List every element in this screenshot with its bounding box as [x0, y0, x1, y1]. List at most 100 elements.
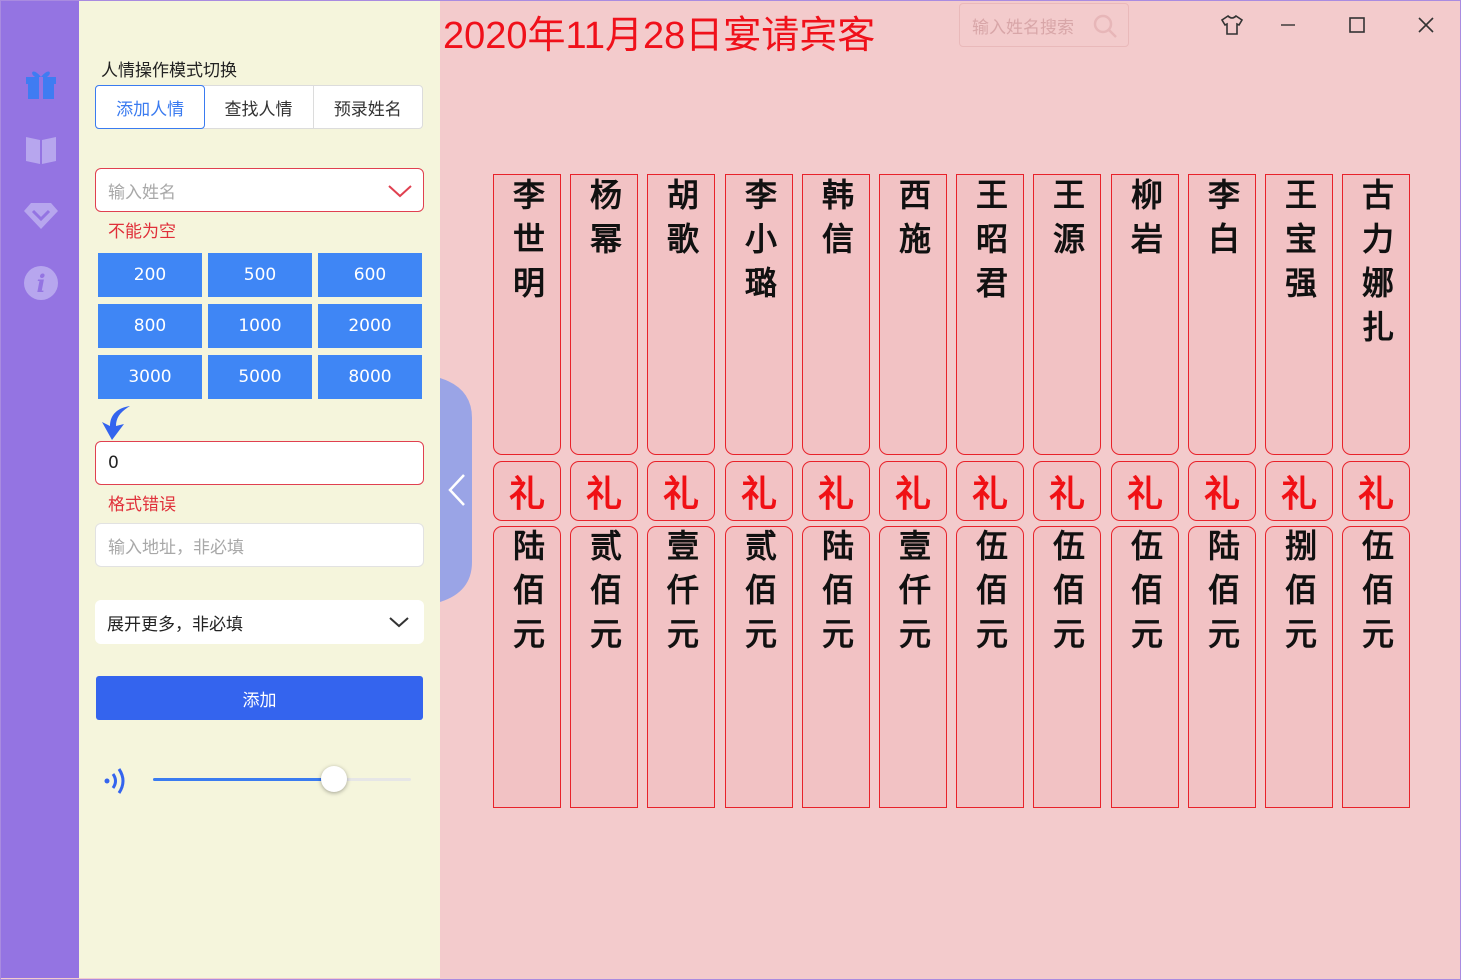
entry-panel: 人情操作模式切换 添加人情 查找人情 预录姓名 输入姓名 不能为空 200 50… [79, 1, 440, 978]
gift-card-name[interactable]: 杨幂 [570, 174, 638, 455]
search-icon[interactable] [1092, 13, 1118, 39]
gift-card-li-text: 礼 [1280, 473, 1317, 515]
gift-card-name[interactable]: 王昭君 [956, 174, 1024, 455]
gift-card-name-text: 韩信 [817, 178, 855, 266]
chevron-down-icon[interactable] [387, 181, 413, 201]
gift-card-name[interactable]: 王源 [1033, 174, 1101, 455]
gift-card-li[interactable]: 礼 [879, 461, 947, 521]
volume-slider-knob[interactable] [321, 766, 347, 792]
gift-card-amount[interactable]: 捌佰元 [1265, 526, 1333, 808]
address-input-placeholder: 输入地址，非必填 [108, 537, 244, 558]
gift-card-li-text: 礼 [1048, 473, 1085, 515]
gift-card-li-text: 礼 [1203, 473, 1240, 515]
name-input[interactable]: 输入姓名 [95, 168, 424, 212]
diamond-icon[interactable] [21, 195, 61, 235]
amount-buttons: 200 500 600 800 1000 2000 3000 5000 8000 [98, 253, 422, 399]
gift-card-li-text: 礼 [585, 473, 622, 515]
gift-card-amount[interactable]: 陆佰元 [1188, 526, 1256, 808]
gift-card-name[interactable]: 王宝强 [1265, 174, 1333, 455]
gift-card-name[interactable]: 柳岩 [1111, 174, 1179, 455]
amount-button-500[interactable]: 500 [208, 253, 312, 297]
maximize-button[interactable] [1337, 6, 1377, 44]
gift-card-name-text: 古力娜扎 [1357, 178, 1395, 354]
gift-card-amount[interactable]: 伍佰元 [1033, 526, 1101, 808]
amount-input[interactable]: 0 [95, 441, 424, 485]
more-options-select[interactable]: 展开更多，非必填 [95, 600, 424, 644]
gift-card-amount[interactable]: 贰佰元 [570, 526, 638, 808]
gift-card-amount[interactable]: 陆佰元 [493, 526, 561, 808]
gift-card-li-text: 礼 [740, 473, 777, 515]
gift-card-li[interactable]: 礼 [493, 461, 561, 521]
gift-card-name[interactable]: 韩信 [802, 174, 870, 455]
more-options-label: 展开更多，非必填 [107, 614, 243, 635]
amount-button-1000[interactable]: 1000 [208, 304, 312, 348]
gift-card-name-text: 王源 [1048, 178, 1086, 266]
volume-icon[interactable] [102, 766, 130, 796]
gift-card-name[interactable]: 李世明 [493, 174, 561, 455]
gift-card-li[interactable]: 礼 [1342, 461, 1410, 521]
gift-card-amount[interactable]: 伍佰元 [1111, 526, 1179, 808]
gift-card-li[interactable]: 礼 [802, 461, 870, 521]
tab-add-gift[interactable]: 添加人情 [95, 85, 206, 129]
name-search-placeholder: 输入姓名搜索 [972, 17, 1074, 38]
book-icon[interactable] [21, 129, 61, 169]
gift-card-amount[interactable]: 陆佰元 [802, 526, 870, 808]
add-button[interactable]: 添加 [96, 676, 423, 720]
amount-button-600[interactable]: 600 [318, 253, 422, 297]
gift-card-li-text: 礼 [894, 473, 931, 515]
info-icon[interactable]: i [21, 263, 61, 303]
gift-card-li[interactable]: 礼 [1033, 461, 1101, 521]
gift-card-amount[interactable]: 伍佰元 [1342, 526, 1410, 808]
icon-sidebar: i [1, 1, 79, 978]
gift-card-li[interactable]: 礼 [1188, 461, 1256, 521]
gift-card-amount[interactable]: 壹仟元 [879, 526, 947, 808]
amount-button-5000[interactable]: 5000 [208, 355, 312, 399]
close-icon [1418, 17, 1434, 33]
gift-card-li[interactable]: 礼 [570, 461, 638, 521]
gift-card-amount-text: 伍佰元 [1126, 529, 1164, 661]
gift-card-name[interactable]: 古力娜扎 [1342, 174, 1410, 455]
gift-card-amount-text: 贰佰元 [740, 529, 778, 661]
gift-card-li[interactable]: 礼 [1265, 461, 1333, 521]
close-button[interactable] [1406, 6, 1446, 44]
gift-card-name-text: 杨幂 [585, 178, 623, 266]
gift-card-li[interactable]: 礼 [725, 461, 793, 521]
theme-skin-button[interactable] [1212, 6, 1252, 44]
gift-card-amount-text: 贰佰元 [585, 529, 623, 661]
amount-button-200[interactable]: 200 [98, 253, 202, 297]
amount-button-3000[interactable]: 3000 [98, 355, 202, 399]
gift-card-name[interactable]: 胡歌 [647, 174, 715, 455]
gift-card-li[interactable]: 礼 [647, 461, 715, 521]
gift-card-amount-text: 伍佰元 [1048, 529, 1086, 661]
gift-card-name[interactable]: 李白 [1188, 174, 1256, 455]
gift-card-name-text: 柳岩 [1126, 178, 1164, 266]
gift-card-name[interactable]: 西施 [879, 174, 947, 455]
gift-card-amount-text: 陆佰元 [1203, 529, 1241, 661]
minimize-button[interactable] [1268, 6, 1308, 44]
tab-find-gift[interactable]: 查找人情 [204, 86, 314, 128]
address-input[interactable]: 输入地址，非必填 [95, 523, 424, 567]
gift-card-name-text: 李小璐 [740, 178, 778, 310]
gift-card-name-text: 胡歌 [662, 178, 700, 266]
amount-button-8000[interactable]: 8000 [318, 355, 422, 399]
gift-card-name-text: 王昭君 [971, 178, 1009, 310]
gift-card-li[interactable]: 礼 [1111, 461, 1179, 521]
gift-card-li[interactable]: 礼 [956, 461, 1024, 521]
gift-card-li-text: 礼 [1126, 473, 1163, 515]
gift-card-amount-text: 捌佰元 [1280, 529, 1318, 661]
tab-preset-names[interactable]: 预录姓名 [314, 86, 422, 128]
minimize-icon [1281, 24, 1295, 26]
gift-card-amount-text: 壹仟元 [662, 529, 700, 661]
shirt-icon [1220, 14, 1244, 35]
gift-card-amount[interactable]: 伍佰元 [956, 526, 1024, 808]
name-input-placeholder: 输入姓名 [108, 182, 176, 203]
gift-card-amount[interactable]: 贰佰元 [725, 526, 793, 808]
amount-button-800[interactable]: 800 [98, 304, 202, 348]
amount-button-2000[interactable]: 2000 [318, 304, 422, 348]
volume-slider[interactable] [153, 766, 411, 792]
gift-card-amount[interactable]: 壹仟元 [647, 526, 715, 808]
gift-icon[interactable] [21, 63, 61, 103]
collapse-panel-handle[interactable] [440, 378, 472, 602]
gift-card-name[interactable]: 李小璐 [725, 174, 793, 455]
name-search-input[interactable]: 输入姓名搜索 [959, 3, 1129, 47]
